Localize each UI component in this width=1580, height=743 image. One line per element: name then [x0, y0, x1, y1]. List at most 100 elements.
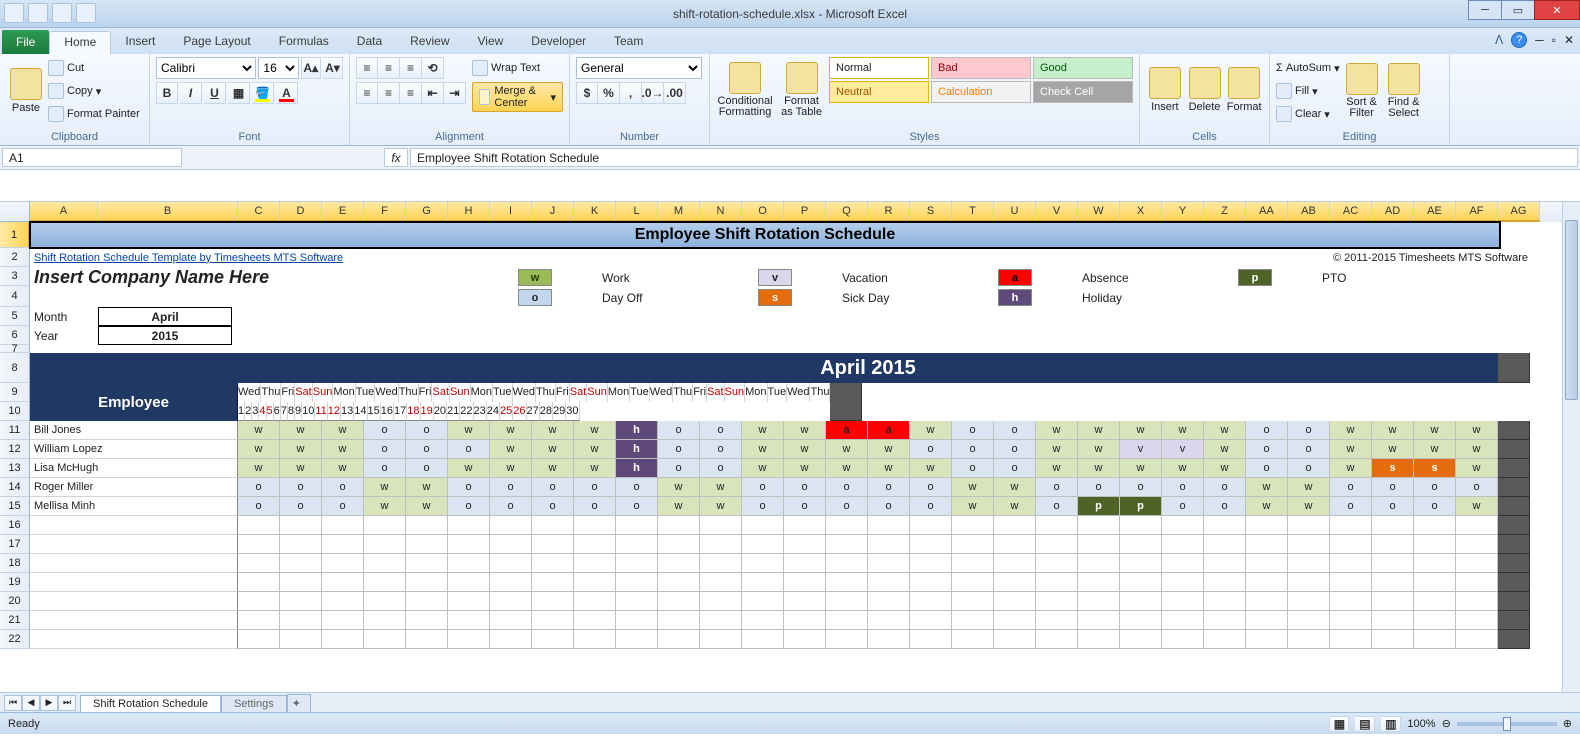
col-header-AE[interactable]: AE — [1414, 202, 1456, 222]
font-size-select[interactable]: 16 — [258, 57, 298, 79]
data-tab[interactable]: Data — [343, 31, 396, 54]
shift-cell[interactable]: w — [658, 497, 700, 516]
shift-cell[interactable]: o — [1036, 497, 1078, 516]
shift-cell[interactable]: o — [784, 478, 826, 497]
employee-name[interactable]: Bill Jones — [30, 421, 238, 440]
excel-icon[interactable] — [4, 3, 24, 23]
orientation-button[interactable]: ⟲ — [422, 57, 444, 79]
shift-cell[interactable]: w — [280, 440, 322, 459]
shift-cell[interactable]: p — [1120, 497, 1162, 516]
bold-button[interactable]: B — [156, 82, 178, 104]
shift-cell[interactable]: w — [910, 421, 952, 440]
shift-cell[interactable]: w — [322, 440, 364, 459]
shift-cell[interactable]: h — [616, 421, 658, 440]
shift-cell[interactable]: o — [448, 478, 490, 497]
shift-cell[interactable]: w — [1330, 421, 1372, 440]
shift-cell[interactable]: o — [616, 497, 658, 516]
merge-center-button[interactable]: Merge & Center ▾ — [472, 82, 563, 112]
sheet-tab-active[interactable]: Shift Rotation Schedule — [80, 695, 221, 712]
font-color-button[interactable]: A — [276, 82, 298, 104]
shift-cell[interactable]: w — [1414, 421, 1456, 440]
col-header-Q[interactable]: Q — [826, 202, 868, 222]
col-header-G[interactable]: G — [406, 202, 448, 222]
shift-cell[interactable]: o — [1288, 421, 1330, 440]
sheet-tab-new[interactable]: ✦ — [287, 694, 311, 712]
shift-cell[interactable]: o — [1204, 478, 1246, 497]
shift-cell[interactable]: w — [238, 421, 280, 440]
vertical-scrollbar[interactable] — [1562, 202, 1580, 692]
style-calculation[interactable]: Calculation — [931, 81, 1031, 103]
copy-button[interactable]: Copy ▾ — [48, 81, 140, 101]
shift-cell[interactable]: o — [910, 440, 952, 459]
row-header-13[interactable]: 13 — [0, 459, 30, 478]
shift-cell[interactable]: w — [1120, 459, 1162, 478]
shift-cell[interactable]: o — [238, 497, 280, 516]
template-link[interactable]: Shift Rotation Schedule Template by Time… — [34, 252, 343, 264]
col-header-X[interactable]: X — [1120, 202, 1162, 222]
shift-cell[interactable]: o — [742, 497, 784, 516]
insert-cells-button[interactable]: Insert — [1146, 57, 1184, 123]
row-header-5[interactable]: 5 — [0, 307, 30, 326]
col-header-N[interactable]: N — [700, 202, 742, 222]
window-close-icon[interactable]: ✕ — [1564, 33, 1574, 47]
shift-cell[interactable]: o — [868, 478, 910, 497]
row-header-8[interactable]: 8 — [0, 353, 30, 383]
shift-cell[interactable]: w — [532, 421, 574, 440]
align-center-button[interactable]: ≡ — [378, 82, 400, 104]
col-header-AB[interactable]: AB — [1288, 202, 1330, 222]
shift-cell[interactable]: o — [1372, 478, 1414, 497]
shift-cell[interactable]: w — [280, 459, 322, 478]
shift-cell[interactable]: w — [1036, 440, 1078, 459]
shift-cell[interactable]: w — [490, 440, 532, 459]
zoom-slider-thumb[interactable] — [1503, 717, 1511, 731]
cut-button[interactable]: Cut — [48, 58, 140, 78]
shift-cell[interactable]: w — [574, 440, 616, 459]
shift-cell[interactable]: w — [658, 478, 700, 497]
shift-cell[interactable]: w — [1078, 459, 1120, 478]
shift-cell[interactable]: o — [1288, 440, 1330, 459]
shift-cell[interactable]: o — [952, 421, 994, 440]
view-tab[interactable]: View — [464, 31, 518, 54]
shift-cell[interactable]: o — [490, 497, 532, 516]
grow-font-button[interactable]: A▴ — [301, 57, 321, 79]
shift-cell[interactable]: o — [1456, 478, 1498, 497]
shift-cell[interactable]: o — [448, 497, 490, 516]
row-header-15[interactable]: 15 — [0, 497, 30, 516]
shift-cell[interactable]: o — [1162, 497, 1204, 516]
zoom-in-button[interactable]: ⊕ — [1563, 717, 1572, 730]
col-header-Z[interactable]: Z — [1204, 202, 1246, 222]
shift-cell[interactable]: o — [952, 440, 994, 459]
row-header-11[interactable]: 11 — [0, 421, 30, 440]
decrease-decimal-button[interactable]: .00 — [664, 82, 686, 104]
shift-cell[interactable]: o — [322, 497, 364, 516]
month-value[interactable]: April — [98, 307, 232, 326]
window-restore-icon[interactable]: ▫ — [1552, 33, 1556, 47]
row-header-10[interactable]: 10 — [0, 402, 30, 421]
col-header-I[interactable]: I — [490, 202, 532, 222]
conditional-formatting-button[interactable]: Conditional Formatting — [716, 57, 774, 123]
col-header-C[interactable]: C — [238, 202, 280, 222]
tab-nav-first[interactable]: ⏮ — [4, 695, 22, 711]
shift-cell[interactable]: w — [532, 459, 574, 478]
shift-cell[interactable]: w — [700, 497, 742, 516]
shift-cell[interactable]: o — [1330, 497, 1372, 516]
shift-cell[interactable]: w — [742, 440, 784, 459]
shift-cell[interactable]: o — [322, 478, 364, 497]
shift-cell[interactable]: o — [238, 478, 280, 497]
shift-cell[interactable]: w — [1456, 440, 1498, 459]
align-right-button[interactable]: ≡ — [400, 82, 422, 104]
shift-cell[interactable]: o — [952, 459, 994, 478]
shift-cell[interactable]: w — [1204, 440, 1246, 459]
shift-cell[interactable]: o — [994, 421, 1036, 440]
row-header-9[interactable]: 9 — [0, 383, 30, 402]
shift-cell[interactable]: o — [994, 440, 1036, 459]
shift-cell[interactable]: o — [658, 421, 700, 440]
shift-cell[interactable]: o — [1246, 440, 1288, 459]
shift-cell[interactable]: o — [1246, 459, 1288, 478]
help-icon[interactable]: ? — [1511, 32, 1527, 48]
row-header-20[interactable]: 20 — [0, 592, 30, 611]
shift-cell[interactable]: a — [826, 421, 868, 440]
shift-cell[interactable]: w — [1246, 478, 1288, 497]
name-box[interactable]: A1 — [2, 148, 182, 167]
shift-cell[interactable]: w — [994, 478, 1036, 497]
